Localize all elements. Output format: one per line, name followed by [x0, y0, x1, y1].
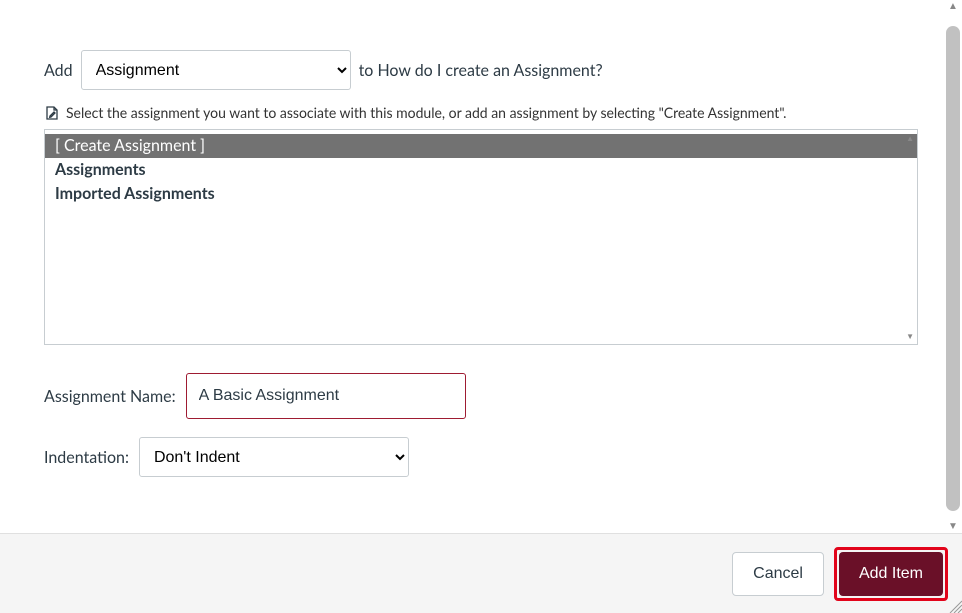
add-item-button[interactable]: Add Item: [839, 552, 943, 596]
list-option-group-assignments[interactable]: Assignments: [45, 158, 917, 182]
item-type-select[interactable]: Assignment: [81, 50, 351, 90]
add-prefix-label: Add: [44, 61, 73, 80]
indentation-select[interactable]: Don't Indent: [139, 437, 409, 477]
list-option-group-imported[interactable]: Imported Assignments: [45, 182, 917, 206]
assignment-list-container: [ Create Assignment ] Assignments Import…: [44, 129, 918, 345]
add-item-row: Add Assignment to How do I create an Ass…: [44, 50, 918, 90]
dialog-content: Add Assignment to How do I create an Ass…: [0, 0, 962, 497]
assignment-name-row: Assignment Name:: [44, 373, 918, 419]
list-scroll-up-icon[interactable]: ▲: [906, 133, 914, 143]
indentation-row: Indentation: Don't Indent: [44, 437, 918, 477]
indentation-label: Indentation:: [44, 448, 129, 467]
edit-document-icon: [44, 105, 60, 121]
cancel-button[interactable]: Cancel: [732, 552, 824, 596]
helper-text: Select the assignment you want to associ…: [66, 104, 786, 121]
assignment-list[interactable]: [ Create Assignment ] Assignments Import…: [44, 129, 918, 345]
add-suffix-label: to How do I create an Assignment?: [359, 61, 603, 80]
dialog-footer: Cancel Add Item: [0, 533, 962, 613]
scrollbar-thumb[interactable]: [946, 26, 960, 511]
list-scroll-down-icon[interactable]: ▼: [906, 331, 914, 341]
helper-row: Select the assignment you want to associ…: [44, 104, 918, 121]
scrollbar-track[interactable]: [944, 12, 962, 520]
add-item-highlight: Add Item: [834, 547, 948, 601]
assignment-name-input[interactable]: [186, 373, 466, 419]
scroll-up-arrow[interactable]: ▲: [944, 0, 962, 12]
resize-handle-icon[interactable]: [946, 597, 962, 613]
scroll-down-arrow[interactable]: ▼: [944, 520, 962, 532]
assignment-name-label: Assignment Name:: [44, 387, 176, 406]
list-option-create-assignment[interactable]: [ Create Assignment ]: [45, 134, 917, 158]
